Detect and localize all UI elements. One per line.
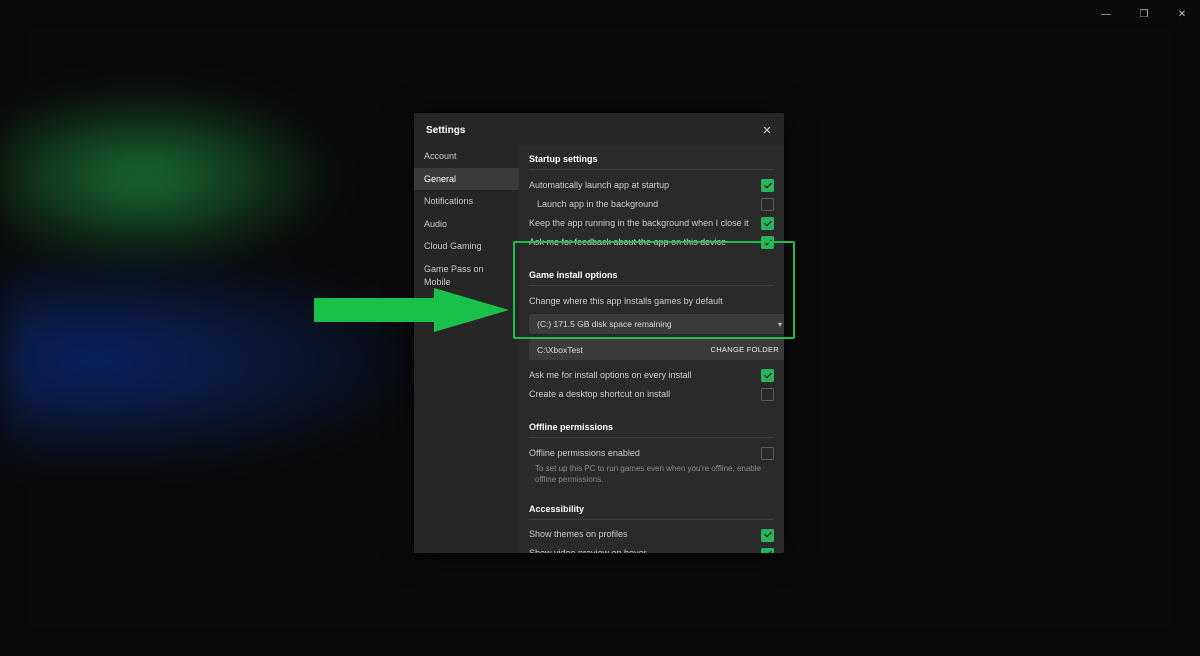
sidebar-item-about[interactable]: About (414, 293, 519, 316)
install-folder-row: C:\XboxTest CHANGE FOLDER (529, 339, 784, 360)
window-close-button[interactable]: ✕ (1164, 2, 1200, 26)
modal-close-button[interactable]: ✕ (758, 121, 776, 139)
desktop-shortcut-label: Create a desktop shortcut on install (529, 389, 670, 401)
feedback-label: Ask me for feedback about the app on thi… (529, 237, 726, 249)
feedback-checkbox[interactable] (761, 236, 774, 249)
divider (529, 519, 774, 520)
window-controls: — ❐ ✕ (1088, 0, 1200, 28)
video-preview-label: Show video preview on hover (529, 548, 647, 553)
sidebar-item-game-pass-mobile[interactable]: Game Pass on Mobile (414, 258, 519, 293)
sidebar-item-general[interactable]: General (414, 168, 519, 191)
sidebar-item-cloud-gaming[interactable]: Cloud Gaming (414, 235, 519, 258)
offline-section-title: Offline permissions (529, 422, 774, 432)
offline-enabled-label: Offline permissions enabled (529, 448, 640, 460)
settings-content[interactable]: Startup settings Automatically launch ap… (519, 145, 784, 553)
install-drive-selected: (C:) 171.5 GB disk space remaining (537, 319, 672, 329)
startup-section-title: Startup settings (529, 154, 774, 164)
install-change-label: Change where this app installs games by … (529, 296, 723, 308)
keep-running-checkbox[interactable] (761, 217, 774, 230)
themes-label: Show themes on profiles (529, 529, 628, 541)
modal-header: Settings ✕ (414, 113, 784, 145)
sidebar-item-audio[interactable]: Audio (414, 213, 519, 236)
launch-bg-label: Launch app in the background (529, 199, 658, 211)
accessibility-section-title: Accessibility (529, 504, 774, 514)
auto-launch-label: Automatically launch app at startup (529, 180, 669, 192)
chevron-down-icon: ▾ (778, 320, 782, 329)
keep-running-label: Keep the app running in the background w… (529, 218, 749, 230)
themes-checkbox[interactable] (761, 529, 774, 542)
divider (529, 169, 774, 170)
sidebar-item-account[interactable]: Account (414, 145, 519, 168)
install-folder-path: C:\XboxTest (537, 345, 583, 355)
install-drive-dropdown[interactable]: (C:) 171.5 GB disk space remaining ▾ (529, 314, 784, 334)
desktop-shortcut-checkbox[interactable] (761, 388, 774, 401)
sidebar-item-notifications[interactable]: Notifications (414, 190, 519, 213)
settings-modal: Settings ✕ Account General Notifications… (414, 113, 784, 553)
launch-bg-checkbox[interactable] (761, 198, 774, 211)
divider (529, 285, 774, 286)
minimize-button[interactable]: — (1088, 2, 1124, 26)
restore-button[interactable]: ❐ (1126, 2, 1162, 26)
auto-launch-checkbox[interactable] (761, 179, 774, 192)
offline-enabled-checkbox[interactable] (761, 447, 774, 460)
offline-subtext: To set up this PC to run games even when… (529, 464, 774, 486)
video-preview-checkbox[interactable] (761, 548, 774, 553)
ask-every-install-checkbox[interactable] (761, 369, 774, 382)
modal-title: Settings (426, 125, 465, 136)
divider (529, 437, 774, 438)
modal-body: Account General Notifications Audio Clou… (414, 145, 784, 553)
change-folder-button[interactable]: CHANGE FOLDER (708, 343, 783, 356)
install-section-title: Game install options (529, 270, 774, 280)
ask-every-install-label: Ask me for install options on every inst… (529, 370, 692, 382)
settings-sidebar: Account General Notifications Audio Clou… (414, 145, 519, 553)
